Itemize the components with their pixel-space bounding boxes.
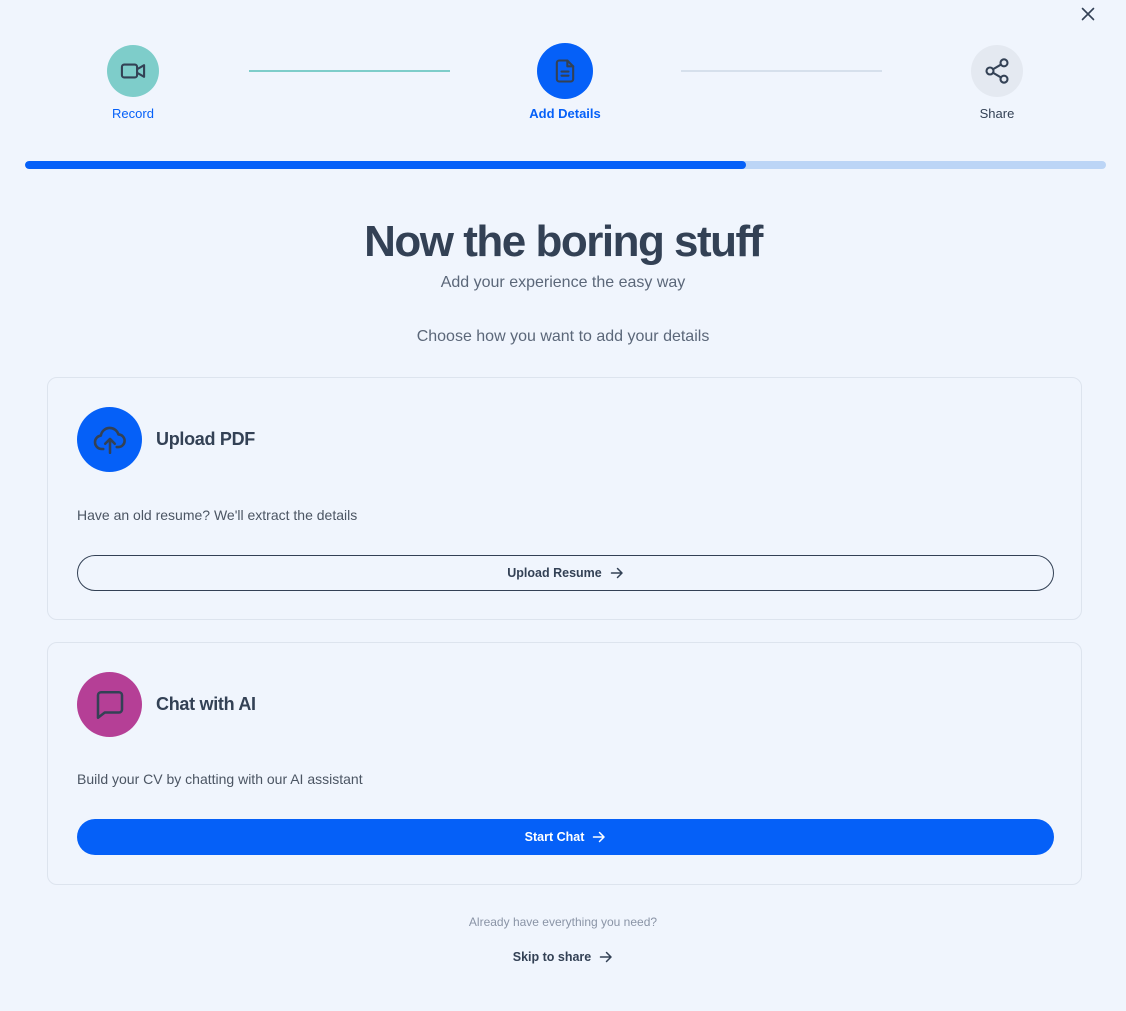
progress-bar bbox=[25, 161, 1106, 169]
skip-note: Already have everything you need? bbox=[468, 915, 658, 929]
upload-resume-button[interactable]: Upload Resume bbox=[77, 555, 1054, 591]
progress-stepper: Record Add Details Share bbox=[0, 0, 1126, 130]
step-share-label: Share bbox=[979, 106, 1015, 121]
step-record-label: Record bbox=[112, 106, 154, 121]
step-share-circle bbox=[971, 45, 1023, 97]
step-add-details-label: Add Details bbox=[529, 106, 601, 121]
page-title: Now the boring stuff bbox=[364, 217, 763, 266]
step-connector-pending bbox=[681, 70, 882, 72]
chat-ai-title: Chat with AI bbox=[156, 694, 256, 714]
video-camera-icon bbox=[120, 63, 146, 79]
step-share[interactable]: Share bbox=[937, 45, 1057, 122]
choice-prompt: Choose how you want to add your details bbox=[416, 328, 710, 345]
step-add-details-circle bbox=[537, 43, 593, 99]
step-add-details[interactable]: Add Details bbox=[505, 43, 625, 122]
cloud-upload-icon bbox=[93, 426, 126, 454]
arrow-right-icon bbox=[593, 831, 606, 843]
step-connector-completed bbox=[249, 70, 450, 72]
chat-ai-description: Build your CV by chatting with our AI as… bbox=[77, 771, 363, 787]
arrow-right-icon bbox=[610, 567, 623, 579]
start-chat-button-label: Start Chat bbox=[524, 830, 585, 844]
page-subtitle: Add your experience the easy way bbox=[440, 274, 686, 291]
chat-bubble-icon bbox=[96, 690, 123, 719]
upload-pdf-card: Upload PDF Have an old resume? We'll ext… bbox=[47, 377, 1082, 620]
upload-resume-button-label: Upload Resume bbox=[507, 566, 602, 580]
step-record[interactable]: Record bbox=[73, 45, 193, 122]
share-icon bbox=[985, 58, 1009, 84]
skip-to-share-label: Skip to share bbox=[512, 950, 592, 964]
arrow-right-icon bbox=[600, 951, 612, 963]
chat-ai-icon-circle bbox=[77, 672, 142, 737]
document-icon bbox=[555, 59, 575, 83]
chat-ai-card: Chat with AI Build your CV by chatting w… bbox=[47, 642, 1082, 885]
upload-pdf-icon-circle bbox=[77, 407, 142, 472]
step-record-circle bbox=[107, 45, 159, 97]
upload-pdf-title: Upload PDF bbox=[156, 429, 255, 449]
skip-row: Skip to share bbox=[0, 950, 1126, 964]
start-chat-button[interactable]: Start Chat bbox=[77, 819, 1054, 855]
progress-bar-fill bbox=[25, 161, 747, 169]
skip-to-share-link[interactable]: Skip to share bbox=[513, 950, 614, 964]
upload-pdf-description: Have an old resume? We'll extract the de… bbox=[77, 507, 358, 523]
